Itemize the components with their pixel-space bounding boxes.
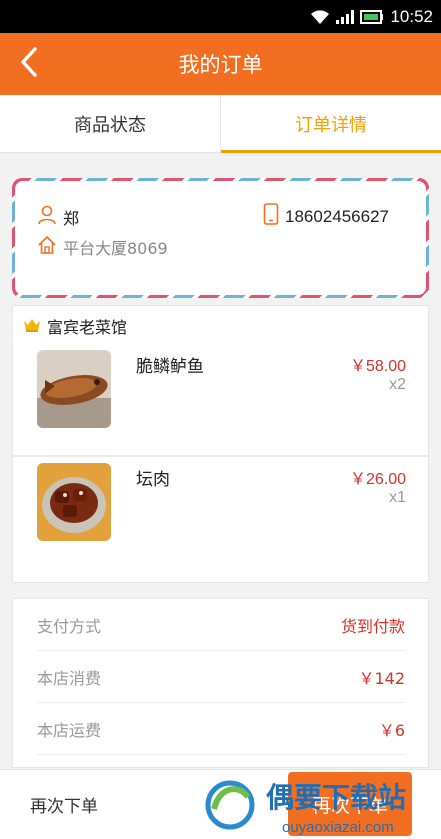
item-image-pork bbox=[37, 463, 111, 541]
back-button[interactable] bbox=[14, 47, 44, 81]
shop-card: 富宾老菜馆 脆鳞鲈鱼 ￥58.00 x2 坛肉 ￥26.00 x1 bbox=[12, 305, 429, 583]
summary-label: 本店运费 bbox=[37, 720, 102, 740]
shop-header: 富宾老菜馆 bbox=[23, 314, 127, 338]
phone-icon bbox=[263, 203, 279, 230]
tab-bar: 商品状态 订单详情 bbox=[0, 95, 441, 153]
address-card-inner: 郑 18602456627 平台大厦8069 bbox=[15, 181, 426, 295]
order-item[interactable]: 脆鳞鲈鱼 ￥58.00 x2 bbox=[13, 344, 428, 457]
address-location-row: 平台大厦8069 bbox=[37, 235, 168, 259]
crown-icon bbox=[23, 317, 41, 336]
address-card: 郑 18602456627 平台大厦8069 bbox=[12, 178, 429, 298]
page-title: 我的订单 bbox=[178, 53, 263, 77]
summary-value: ￥6 bbox=[378, 720, 405, 740]
tab-order-detail[interactable]: 订单详情 bbox=[220, 95, 441, 153]
shop-name: 富宾老菜馆 bbox=[47, 318, 128, 337]
reorder-button[interactable]: 再次下单 bbox=[288, 772, 412, 836]
nav-bar: 我的订单 bbox=[0, 33, 441, 95]
chevron-left-icon bbox=[20, 47, 38, 81]
reorder-link[interactable]: 再次下单 bbox=[30, 792, 98, 817]
summary-value: ￥142 bbox=[358, 668, 405, 688]
item-quantity: x1 bbox=[389, 489, 406, 506]
item-quantity: x2 bbox=[389, 376, 406, 393]
bottom-action-bar: 再次下单 再次下单 bbox=[0, 769, 441, 839]
wifi-icon bbox=[310, 9, 330, 25]
tab-goods-status[interactable]: 商品状态 bbox=[0, 95, 220, 152]
recipient-name: 郑 bbox=[63, 209, 80, 228]
store-spend-row: 本店消费 ￥142 bbox=[37, 651, 405, 703]
store-shipping-row: 本店运费 ￥6 bbox=[37, 703, 405, 755]
battery-icon bbox=[360, 9, 384, 24]
item-price: ￥26.00 bbox=[349, 471, 406, 488]
status-time: 10:52 bbox=[390, 6, 433, 26]
summary-label: 支付方式 bbox=[37, 616, 102, 636]
signal-icon bbox=[336, 9, 355, 24]
order-summary-card: 支付方式 货到付款 本店消费 ￥142 本店运费 ￥6 bbox=[12, 598, 429, 768]
recipient-address: 平台大厦8069 bbox=[63, 239, 168, 258]
payment-method-row: 支付方式 货到付款 bbox=[37, 599, 405, 651]
user-icon bbox=[37, 205, 57, 229]
item-image-fish bbox=[37, 350, 111, 428]
status-bar: 10:52 bbox=[0, 0, 441, 33]
item-name: 坛肉 bbox=[136, 470, 170, 490]
summary-label: 本店消费 bbox=[37, 668, 102, 688]
home-icon bbox=[37, 235, 57, 259]
item-name: 脆鳞鲈鱼 bbox=[136, 357, 204, 377]
item-price: ￥58.00 bbox=[349, 358, 406, 375]
address-phone-row: 18602456627 bbox=[263, 203, 389, 230]
order-item[interactable]: 坛肉 ￥26.00 x1 bbox=[13, 455, 428, 568]
address-name-row: 郑 bbox=[37, 205, 79, 229]
summary-value: 货到付款 bbox=[340, 616, 405, 636]
recipient-phone: 18602456627 bbox=[285, 206, 390, 226]
